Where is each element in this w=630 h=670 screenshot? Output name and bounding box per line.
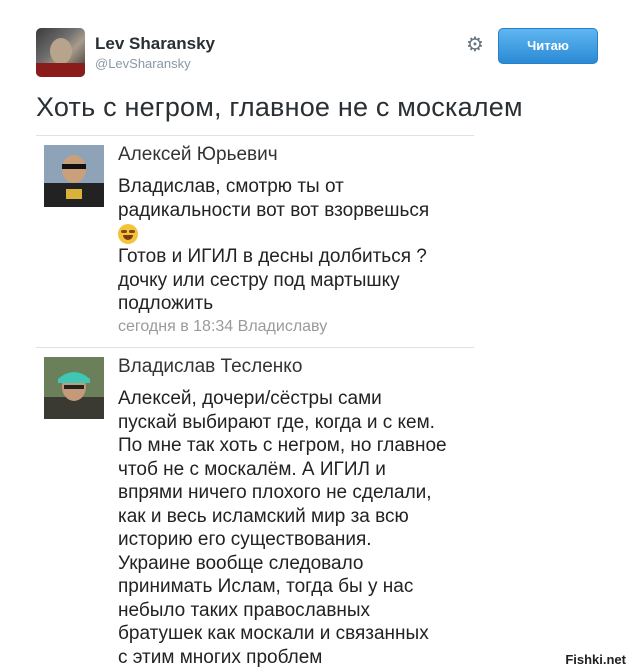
tweet-header: Lev Sharansky @LevSharansky ⚙ Читаю [36,28,598,78]
comment-avatar[interactable] [44,357,104,419]
divider [36,135,474,136]
watermark: Fishki.net [565,652,626,667]
comment-author[interactable]: Алексей Юрьевич [118,144,278,166]
comment-text: Владислав, смотрю ты от радикальности во… [118,176,430,221]
comment-meta: сегодня в 18:34 Владиславу [118,318,328,335]
gear-icon[interactable]: ⚙ [464,34,486,56]
follow-button[interactable]: Читаю [498,28,598,64]
comment-text: Алексей, дочери/сёстры сами пускай выбир… [118,388,447,668]
user-avatar[interactable] [36,28,85,77]
comment-text: Готов и ИГИЛ в десны долбиться ? дочку и… [118,246,427,314]
user-handle[interactable]: @LevSharansky [95,56,191,71]
divider [36,347,474,348]
user-name[interactable]: Lev Sharansky [95,34,215,54]
laughing-emoji [118,224,138,244]
comment-avatar[interactable] [44,145,104,207]
comment-author[interactable]: Владислав Тесленко [118,356,302,378]
tweet-text: Хоть с негром, главное не с москалем [36,92,523,122]
